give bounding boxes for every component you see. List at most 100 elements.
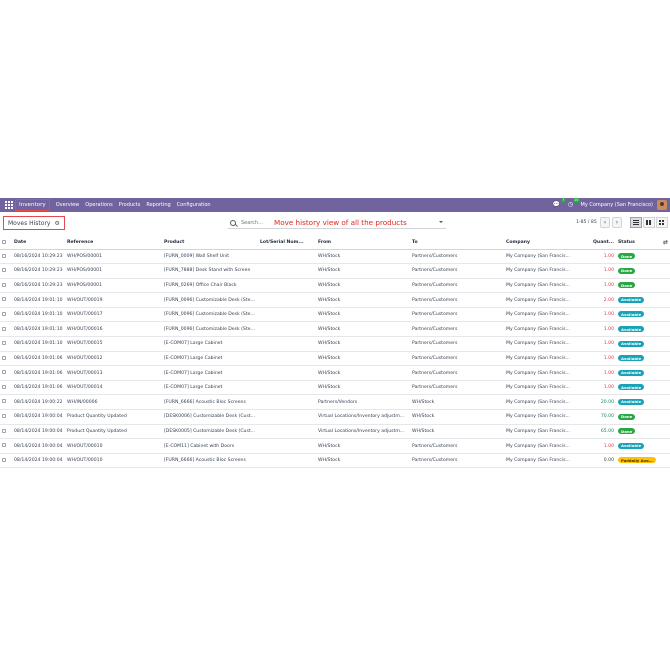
menu-reporting[interactable]: Reporting <box>146 202 170 208</box>
cell-product: [DESK0005] Customizable Desk (Cust... <box>162 424 258 440</box>
menu-operations[interactable]: Operations <box>85 202 113 208</box>
optional-columns-toggle-icon[interactable]: ⇄ <box>660 236 670 250</box>
select-all-checkbox[interactable] <box>2 239 6 244</box>
cell-date: 08/14/2024 19:00:04 <box>12 409 65 425</box>
search-input[interactable] <box>241 219 271 226</box>
row-checkbox[interactable] <box>2 370 6 375</box>
cell-company: My Company (San Francis... <box>504 453 586 469</box>
cell-lot <box>258 394 316 411</box>
cell-from: WH/Stock <box>316 336 410 352</box>
table-row[interactable]: 08/14/2024 19:01:10 WH/OUT/00016 [FURN_009… <box>0 321 670 338</box>
status-badge: Done <box>618 413 636 420</box>
row-checkbox[interactable] <box>2 414 6 419</box>
row-checkbox[interactable] <box>2 253 6 258</box>
status-badge: Partially Availa... <box>618 457 656 464</box>
table-row[interactable]: 08/14/2024 19:01:10 WH/OUT/00017 [FURN_009… <box>0 307 670 323</box>
cell-date: 08/16/2024 10:29:23 <box>12 263 65 279</box>
cell-to: Partners/Customers <box>410 321 504 338</box>
cell-lot <box>258 438 316 454</box>
status-badge: Available <box>618 311 645 318</box>
cell-from: WH/Stock <box>316 321 410 338</box>
row-checkbox[interactable] <box>2 341 6 346</box>
row-checkbox[interactable] <box>2 384 6 389</box>
cell-quantity: 1.00 <box>586 336 616 352</box>
table-row[interactable]: 08/14/2024 19:01:06 WH/OUT/00014 [E-COM07]… <box>0 380 670 396</box>
cell-product: [E-COM07] Large Cabinet <box>162 380 258 396</box>
cell-quantity: 1.00 <box>586 307 616 323</box>
pager-next-button[interactable]: › <box>612 217 622 228</box>
cell-product: [E-COM11] Cabinet with Doors <box>162 438 258 454</box>
cell-date: 08/14/2024 19:01:06 <box>12 351 65 367</box>
gear-icon[interactable]: ⚙ <box>54 220 59 227</box>
cell-date: 08/14/2024 19:01:06 <box>12 365 65 381</box>
pivot-view-button[interactable] <box>656 217 668 228</box>
table-row[interactable]: 08/16/2024 10:29:23 WH/POS/00001 [FURN_788… <box>0 263 670 279</box>
menu-overview[interactable]: Overview <box>56 202 80 208</box>
cell-product: [FURN_0096] Customizable Desk (Ste... <box>162 321 258 338</box>
row-checkbox[interactable] <box>2 457 6 462</box>
search-icon[interactable] <box>230 219 236 226</box>
table-row[interactable]: 08/14/2024 19:01:10 WH/OUT/00015 [E-COM07]… <box>0 336 670 352</box>
cell-lot <box>258 336 316 352</box>
column-header-from[interactable]: From <box>316 236 410 250</box>
row-checkbox[interactable] <box>2 311 6 316</box>
table-row[interactable]: 08/16/2024 10:29:23 WH/POS/00001 [FURN_000… <box>0 249 670 265</box>
row-checkbox[interactable] <box>2 355 6 360</box>
cell-product: [FURN_6666] Acoustic Bloc Screens <box>162 394 258 411</box>
row-checkbox[interactable] <box>2 297 6 302</box>
list-view-icon <box>633 220 639 225</box>
company-switcher[interactable]: My Company (San Francisco) <box>581 202 654 208</box>
column-header-status[interactable]: Status <box>616 236 660 250</box>
cell-company: My Company (San Francis... <box>504 321 586 338</box>
row-checkbox[interactable] <box>2 399 6 404</box>
column-header-lot[interactable]: Lot/Serial Num... <box>258 236 316 250</box>
apps-menu-icon[interactable] <box>4 200 14 210</box>
column-header-quantity[interactable]: Quant... <box>586 236 616 250</box>
column-header-product[interactable]: Product <box>162 236 258 250</box>
cell-from: WH/Stock <box>316 263 410 279</box>
row-checkbox[interactable] <box>2 326 6 331</box>
table-row[interactable]: 08/14/2024 19:00:04 Product Quantity Upda… <box>0 409 670 425</box>
activity-clock-icon[interactable]: ◷ 10 <box>567 198 580 209</box>
status-badge: Done <box>618 253 636 260</box>
search-options-caret-icon[interactable] <box>439 221 443 223</box>
table-row[interactable]: 08/16/2024 10:29:23 WH/POS/00001 [FURN_026… <box>0 278 670 294</box>
cell-date: 08/14/2024 19:01:10 <box>12 307 65 323</box>
row-checkbox[interactable] <box>2 268 6 273</box>
column-header-reference[interactable]: Reference <box>65 236 162 250</box>
table-row[interactable]: 08/14/2024 19:01:06 WH/OUT/00013 [E-COM07]… <box>0 365 670 381</box>
cell-company: My Company (San Francis... <box>504 249 586 265</box>
pager-prev-button[interactable]: ‹ <box>600 217 610 228</box>
cell-company: My Company (San Francis... <box>504 380 586 396</box>
row-checkbox[interactable] <box>2 443 6 448</box>
list-view-button[interactable] <box>630 217 642 228</box>
table-row[interactable]: 08/14/2024 19:00:22 WH/IN/00006 [FURN_6666… <box>0 394 670 411</box>
table-row[interactable]: 08/14/2024 19:01:10 WH/OUT/00019 [FURN_009… <box>0 292 670 308</box>
row-checkbox[interactable] <box>2 282 6 287</box>
pager-value[interactable]: 1-85 / 85 <box>576 220 597 225</box>
chat-icon[interactable]: 💬 7 <box>553 198 566 209</box>
user-avatar[interactable] <box>657 200 667 210</box>
table-row[interactable]: 08/14/2024 19:01:06 WH/OUT/00012 [E-COM07]… <box>0 351 670 367</box>
cell-lot <box>258 365 316 381</box>
cell-to: Partners/Customers <box>410 292 504 308</box>
cell-from: WH/Stock <box>316 438 410 454</box>
activity-badge: 10 <box>573 198 580 203</box>
table-row[interactable]: 08/14/2024 19:00:04 WH/OUT/00010 [E-COM11]… <box>0 438 670 454</box>
cell-company: My Company (San Francis... <box>504 409 586 425</box>
app-name[interactable]: Inventory <box>15 199 50 211</box>
table-row[interactable]: 08/14/2024 19:00:04 Product Quantity Upda… <box>0 424 670 440</box>
menu-configuration[interactable]: Configuration <box>177 202 211 208</box>
cell-lot <box>258 307 316 323</box>
cell-ref: WH/OUT/00012 <box>65 351 162 367</box>
kanban-view-button[interactable] <box>643 217 655 228</box>
column-header-company[interactable]: Company <box>504 236 586 250</box>
table-row[interactable]: 08/14/2024 19:00:04 WH/OUT/00010 [FURN_666… <box>0 453 670 469</box>
row-checkbox[interactable] <box>2 428 6 433</box>
column-header-to[interactable]: To <box>410 236 504 250</box>
cell-company: My Company (San Francis... <box>504 307 586 323</box>
column-header-date[interactable]: Date <box>12 236 65 250</box>
menu-products[interactable]: Products <box>119 202 141 208</box>
pivot-view-icon <box>659 220 665 225</box>
cell-quantity: 1.00 <box>586 249 616 265</box>
